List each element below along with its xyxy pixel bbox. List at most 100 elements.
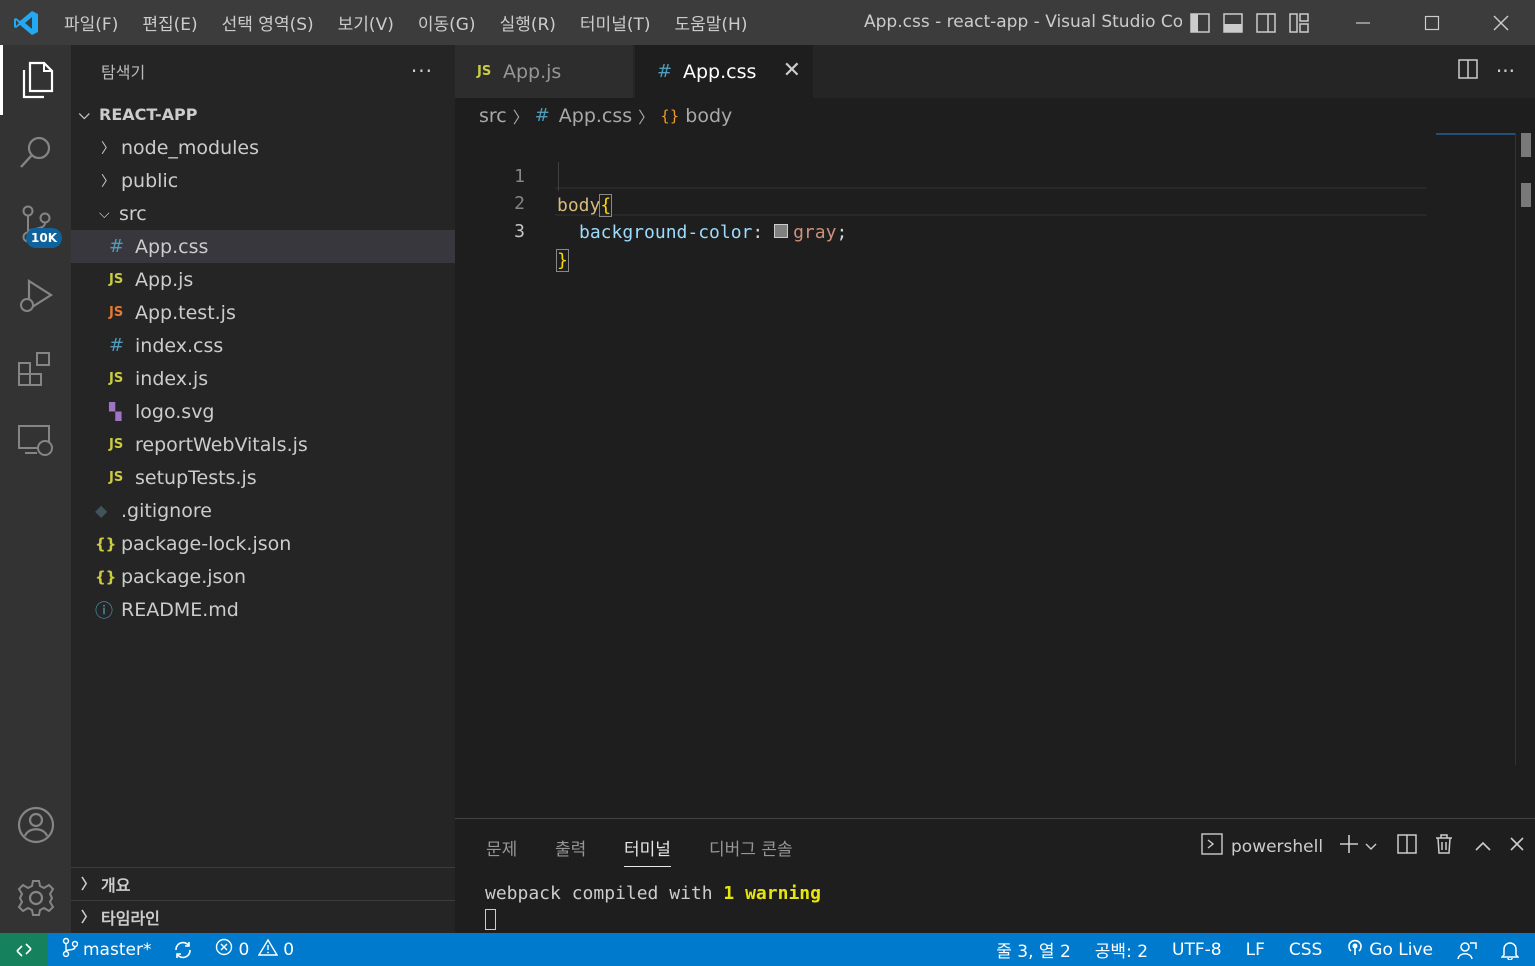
color-swatch[interactable] xyxy=(774,224,789,238)
menu-terminal[interactable]: 터미널(T) xyxy=(568,10,663,35)
indentation[interactable]: 공백: 2 xyxy=(1095,937,1148,962)
root-label: REACT-APP xyxy=(99,105,198,124)
code-line: 1 body{ xyxy=(455,133,1455,217)
terminal-shell-name[interactable]: powershell xyxy=(1231,837,1323,857)
tree-file-index-js[interactable]: JS index.js xyxy=(71,362,455,395)
close-panel-icon[interactable] xyxy=(1509,836,1525,857)
maximize-icon[interactable] xyxy=(1397,0,1466,45)
tree-file-report-web-vitals[interactable]: JS reportWebVitals.js xyxy=(71,428,455,461)
tree-file-app-js[interactable]: JS App.js xyxy=(71,263,455,296)
code-editor[interactable]: 1 body{ 2 background-color: gray; 3 } xyxy=(455,133,1515,818)
run-debug-icon[interactable] xyxy=(0,261,71,331)
tab-problems[interactable]: 문제 xyxy=(486,835,517,860)
notifications-bell-icon[interactable] xyxy=(1501,940,1519,960)
breadcrumb-symbol[interactable]: body xyxy=(685,105,732,127)
minimap[interactable] xyxy=(1436,133,1516,135)
tab-output[interactable]: 출력 xyxy=(555,835,586,860)
menu-file[interactable]: 파일(F) xyxy=(52,10,130,35)
tab-app-js[interactable]: JS App.js xyxy=(455,45,633,98)
scroll-marker xyxy=(1521,183,1531,207)
tree-file-index-css[interactable]: # index.css xyxy=(71,329,455,362)
menu-selection[interactable]: 선택 영역(S) xyxy=(210,10,326,35)
menu-edit[interactable]: 편집(E) xyxy=(130,10,209,35)
breadcrumb-file[interactable]: App.css xyxy=(559,105,632,127)
timeline-section[interactable]: 〉 타임라인 xyxy=(71,900,455,933)
search-icon[interactable] xyxy=(0,117,71,187)
menu-run[interactable]: 실행(R) xyxy=(488,10,568,35)
tree-file-package-lock[interactable]: {} package-lock.json xyxy=(71,527,455,560)
title-bar: 파일(F) 편집(E) 선택 영역(S) 보기(V) 이동(G) 실행(R) 터… xyxy=(0,0,1535,45)
branch-status[interactable]: master* xyxy=(62,937,151,962)
encoding[interactable]: UTF-8 xyxy=(1172,940,1222,960)
tree-file-app-test-js[interactable]: JS App.test.js xyxy=(71,296,455,329)
toggle-secondary-sidebar-icon[interactable] xyxy=(1249,0,1282,45)
explorer-sidebar: 탐색기 ··· ⌵ REACT-APP 〉 node_modules 〉 public… xyxy=(71,45,455,933)
git-file-icon: ◆ xyxy=(95,501,108,520)
end-of-line[interactable]: LF xyxy=(1246,940,1265,960)
remote-explorer-icon[interactable] xyxy=(0,405,71,475)
terminal-output[interactable]: webpack compiled with 1 warning xyxy=(485,883,821,904)
tree-folder-node-modules[interactable]: 〉 node_modules xyxy=(71,131,455,164)
split-editor-icon[interactable] xyxy=(1458,59,1478,84)
close-window-icon[interactable] xyxy=(1466,0,1535,45)
close-tab-icon[interactable]: ✕ xyxy=(783,58,801,83)
tab-app-css[interactable]: # App.css ✕ xyxy=(635,45,813,98)
sync-icon[interactable] xyxy=(173,940,193,960)
tree-file-setup-tests[interactable]: JS setupTests.js xyxy=(71,461,455,494)
tree-folder-public[interactable]: 〉 public xyxy=(71,164,455,197)
source-control-icon[interactable] xyxy=(0,189,71,259)
menu-go[interactable]: 이동(G) xyxy=(406,10,488,35)
customize-layout-icon[interactable] xyxy=(1282,0,1315,45)
go-live-button[interactable]: Go Live xyxy=(1346,938,1433,961)
tree-item-label: src xyxy=(119,202,147,225)
bottom-panel: 문제 출력 터미널 디버그 콘솔 powershell webpack comp… xyxy=(455,818,1535,933)
toggle-sidebar-icon[interactable] xyxy=(1183,0,1216,45)
svg-file-icon: ▚ xyxy=(109,402,122,421)
tree-file-logo-svg[interactable]: ▚ logo.svg xyxy=(71,395,455,428)
tree-item-label: index.css xyxy=(135,334,224,357)
extensions-icon[interactable] xyxy=(0,333,71,403)
feedback-icon[interactable] xyxy=(1457,940,1477,960)
css-value: gray xyxy=(793,222,837,243)
language-mode[interactable]: CSS xyxy=(1289,940,1322,960)
accounts-icon[interactable] xyxy=(0,790,71,860)
tab-terminal[interactable]: 터미널 xyxy=(624,835,671,867)
tree-item-label: App.css xyxy=(135,235,209,258)
outline-section[interactable]: 〉 개요 xyxy=(71,867,455,900)
menu-help[interactable]: 도움말(H) xyxy=(663,10,760,35)
explorer-icon[interactable] xyxy=(0,45,71,115)
tree-item-label: package-lock.json xyxy=(121,532,292,555)
tree-file-package-json[interactable]: {} package.json xyxy=(71,560,455,593)
branch-name: master* xyxy=(83,939,152,960)
menu-view[interactable]: 보기(V) xyxy=(326,10,406,35)
workspace-root[interactable]: ⌵ REACT-APP xyxy=(71,98,455,131)
tree-file-gitignore[interactable]: ◆ .gitignore xyxy=(71,494,455,527)
info-file-icon: ⓘ xyxy=(95,600,113,622)
cursor-position[interactable]: 줄 3, 열 2 xyxy=(996,937,1071,962)
settings-gear-icon[interactable] xyxy=(0,863,71,933)
split-terminal-icon[interactable] xyxy=(1397,834,1417,859)
chevron-down-icon: ⌵ xyxy=(79,106,90,123)
more-actions-icon[interactable]: ··· xyxy=(411,59,433,83)
breadcrumb-folder[interactable]: src xyxy=(479,105,507,127)
outline-label: 개요 xyxy=(101,876,131,895)
editor-more-actions-icon[interactable]: ··· xyxy=(1496,59,1515,84)
tab-debug-console[interactable]: 디버그 콘솔 xyxy=(709,835,793,860)
editor-scrollbar[interactable] xyxy=(1515,133,1535,765)
tree-file-readme[interactable]: ⓘ README.md xyxy=(71,593,455,626)
maximize-panel-icon[interactable] xyxy=(1475,837,1491,857)
remote-indicator-icon[interactable] xyxy=(0,933,48,966)
minimize-icon[interactable] xyxy=(1328,0,1397,45)
git-branch-icon xyxy=(62,937,79,962)
tab-label: App.css xyxy=(683,60,757,83)
tree-file-app-css[interactable]: # App.css xyxy=(71,230,455,263)
css-file-icon: # xyxy=(109,335,125,356)
code-line: 2 background-color: gray; xyxy=(455,160,1455,243)
chevron-down-icon[interactable] xyxy=(1365,837,1377,857)
tree-folder-src[interactable]: ⌵ src xyxy=(71,197,455,230)
new-terminal-icon[interactable] xyxy=(1339,834,1359,859)
toggle-panel-icon[interactable] xyxy=(1216,0,1249,45)
problems-status[interactable]: 0 0 xyxy=(215,938,294,961)
kill-terminal-icon[interactable] xyxy=(1435,834,1453,859)
js-file-icon: JS xyxy=(109,437,124,452)
